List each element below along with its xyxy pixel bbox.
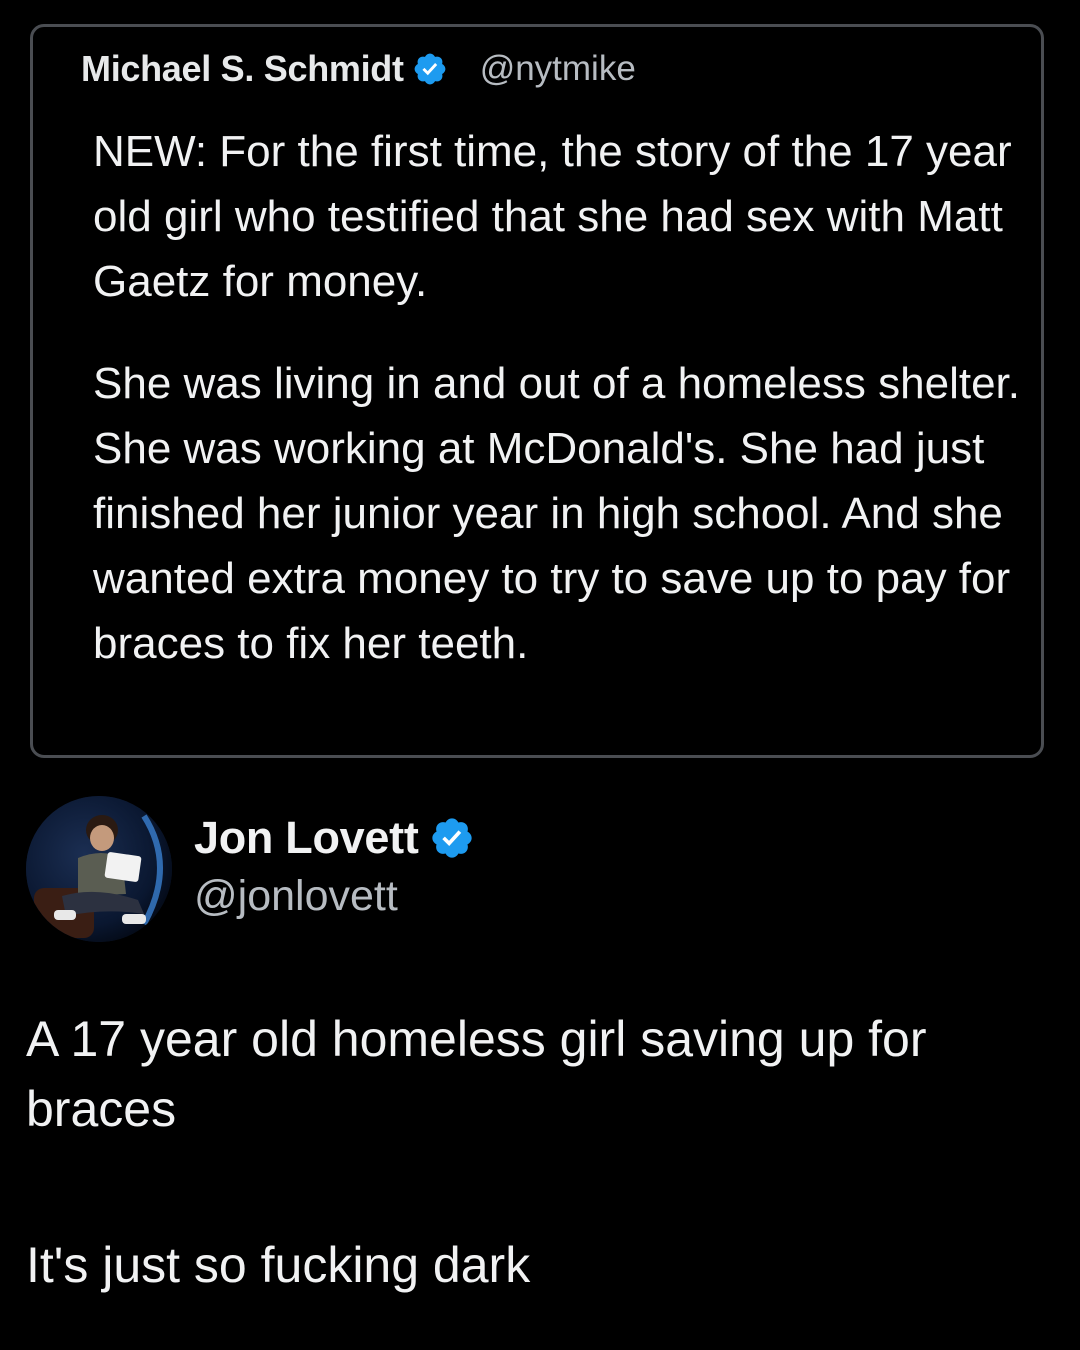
author-name-row: Jon Lovett [194,812,475,864]
verified-badge-icon [431,818,472,858]
tweet-line-1: A 17 year old homeless girl saving up fo… [26,1011,927,1137]
quoted-author-name[interactable]: Michael S. Schmidt [81,48,404,90]
user-avatar[interactable] [26,796,172,942]
quoted-paragraph-2: She was living in and out of a homeless … [93,359,1020,668]
quoted-author-handle[interactable]: @nytmike [480,49,636,89]
tweet-text: A 17 year old homeless girl saving up fo… [26,1004,1046,1300]
author-info: Jon Lovett @jonlovett [194,812,475,921]
author-name[interactable]: Jon Lovett [194,812,419,864]
tweet-line-2: It's just so fucking dark [26,1237,531,1293]
quoted-tweet-card[interactable]: Michael S. Schmidt @nytmike NEW: For the… [30,24,1044,758]
quoted-tweet-text: NEW: For the first time, the story of th… [93,119,1023,676]
avatar-image [26,796,172,942]
tweet-author: Jon Lovett @jonlovett [26,796,475,942]
quoted-tweet-header: Michael S. Schmidt @nytmike [81,47,636,91]
verified-badge-icon [414,53,446,85]
quoted-paragraph-1: NEW: For the first time, the story of th… [93,127,1012,306]
author-handle[interactable]: @jonlovett [194,872,475,921]
